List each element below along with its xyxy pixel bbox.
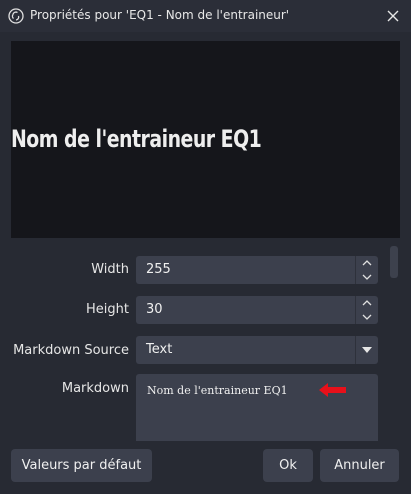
height-decrement-button[interactable] bbox=[356, 310, 378, 324]
markdown-label: Markdown bbox=[61, 381, 129, 396]
height-label: Height bbox=[86, 302, 129, 317]
width-increment-button[interactable] bbox=[356, 256, 378, 270]
markdown-text: Nom de l'entraineur EQ1 bbox=[147, 384, 288, 397]
markdown-source-value: Text bbox=[146, 342, 173, 357]
title-bar: Propriétés pour 'EQ1 - Nom de l'entraine… bbox=[0, 0, 411, 32]
markdown-source-select[interactable]: Text bbox=[136, 336, 378, 364]
chevron-down-icon bbox=[362, 274, 372, 280]
properties-panel: Width 255 Height 30 Markdown Source Text bbox=[0, 238, 411, 444]
preview-text: Nom de l'entraineur EQ1 bbox=[11, 125, 262, 153]
close-icon bbox=[387, 10, 399, 22]
red-arrow-icon bbox=[319, 383, 346, 397]
dialog-footer: Valeurs par défaut Ok Annuler bbox=[0, 441, 411, 494]
caret-down-icon bbox=[362, 347, 372, 353]
width-value: 255 bbox=[146, 262, 171, 277]
width-spin-buttons bbox=[355, 256, 378, 284]
width-spinbox[interactable]: 255 bbox=[136, 256, 378, 284]
obs-logo-icon bbox=[8, 8, 24, 24]
select-dropdown-button[interactable] bbox=[355, 336, 378, 364]
width-decrement-button[interactable] bbox=[356, 270, 378, 284]
cancel-button[interactable]: Annuler bbox=[320, 449, 399, 482]
close-button[interactable] bbox=[383, 6, 403, 26]
chevron-up-icon bbox=[362, 300, 372, 306]
defaults-button[interactable]: Valeurs par défaut bbox=[11, 449, 152, 482]
height-increment-button[interactable] bbox=[356, 296, 378, 310]
height-spinbox[interactable]: 30 bbox=[136, 296, 378, 324]
chevron-down-icon bbox=[362, 314, 372, 320]
ok-button[interactable]: Ok bbox=[263, 449, 313, 482]
markdown-source-label: Markdown Source bbox=[13, 343, 129, 358]
scrollbar-thumb[interactable] bbox=[390, 246, 398, 278]
width-label: Width bbox=[91, 262, 129, 277]
height-spin-buttons bbox=[355, 296, 378, 324]
window-title: Propriétés pour 'EQ1 - Nom de l'entraine… bbox=[30, 8, 290, 22]
properties-scrollbar[interactable] bbox=[389, 246, 399, 442]
chevron-up-icon bbox=[362, 260, 372, 266]
source-preview: Nom de l'entraineur EQ1 bbox=[11, 41, 400, 238]
markdown-textarea[interactable]: Nom de l'entraineur EQ1 bbox=[136, 374, 378, 444]
height-value: 30 bbox=[146, 302, 163, 317]
